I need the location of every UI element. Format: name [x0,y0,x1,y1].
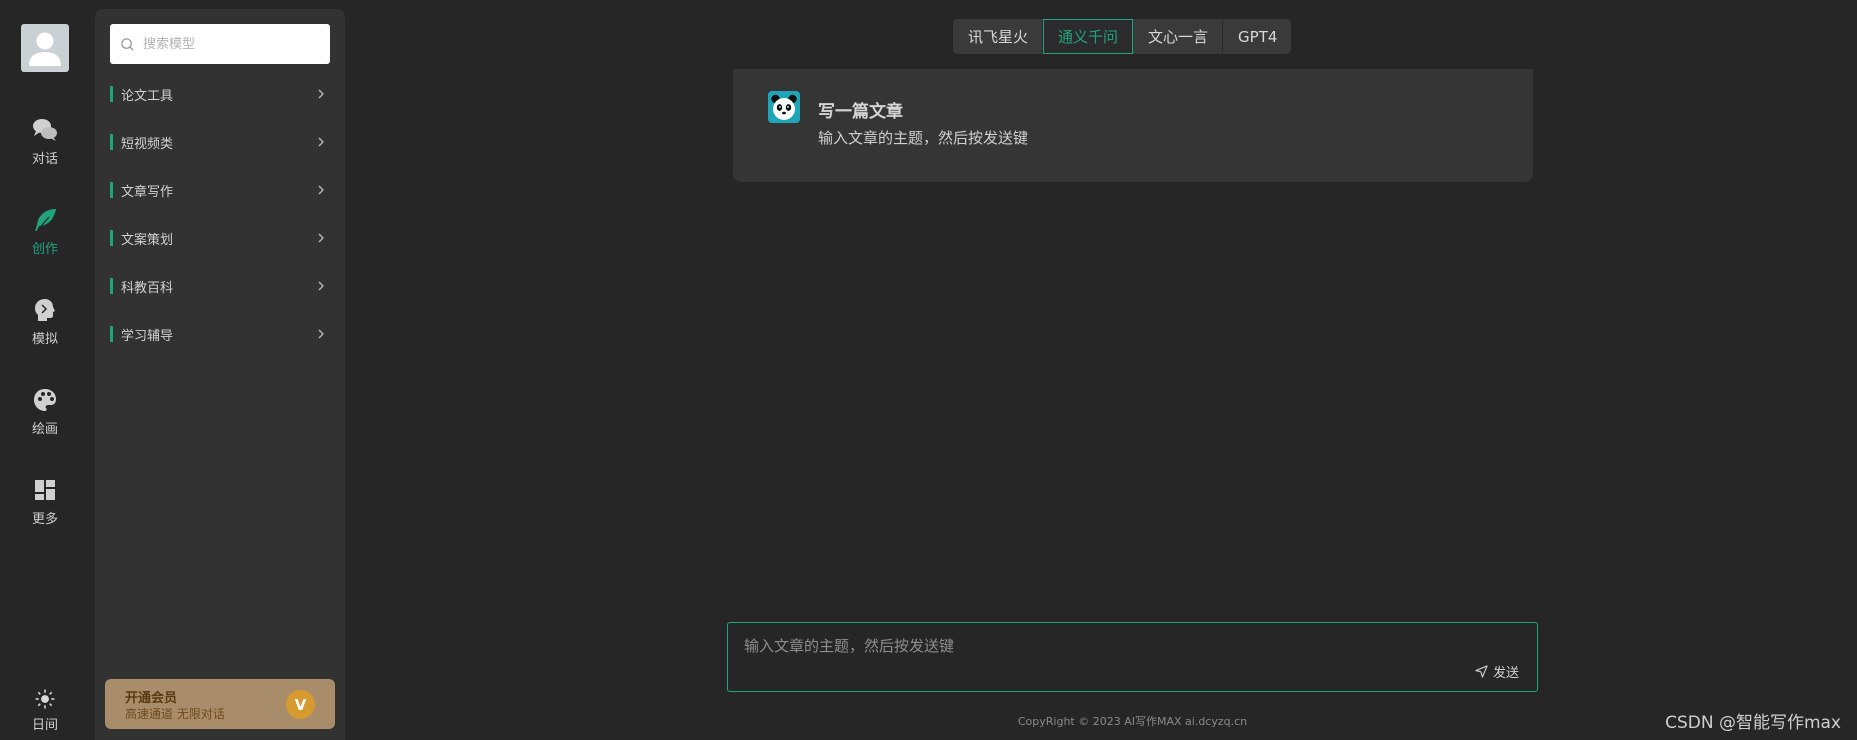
rail-item-chat[interactable]: 对话 [0,116,90,167]
intro-card: 写一篇文章 输入文章的主题，然后按发送键 [733,69,1533,182]
chevron-right-icon [318,329,324,339]
sidebar-item-label: 短视频类 [121,136,174,152]
head-silhouette-icon [35,299,55,321]
user-avatar-icon [29,32,61,66]
category-marker [110,326,113,342]
sidebar-item-label: 文章写作 [121,184,174,200]
grid-icon [35,480,55,500]
chat-bubbles-icon [33,119,57,141]
search-input[interactable] [141,35,321,53]
tab-xunfei-spark[interactable]: 讯飞星火 [953,19,1044,54]
icon-rail: 对话 创作 模拟 绘画 更多 日间 [0,0,90,740]
vip-badge-icon: V [286,690,315,719]
copyright-text: CopyRight © 2023 AI写作MAX ai.dcyzq.cn [1017,715,1248,728]
avatar[interactable] [21,24,69,72]
sidebar-item-label: 学习辅导 [121,328,174,344]
rail-item-label: 模拟 [31,332,58,347]
rail-item-label: 更多 [31,512,58,527]
feather-icon [35,209,56,232]
sidebar-item-label: 论文工具 [121,88,174,104]
intro-title: 写一篇文章 [818,102,903,122]
rail-item-draw[interactable]: 绘画 [0,386,90,437]
rail-item-simulate[interactable]: 模拟 [0,296,90,347]
tab-tongyi-qianwen[interactable]: 通义千问 [1043,19,1134,54]
sidebar-item-short-video[interactable]: 短视频类 [110,127,332,157]
sidebar-item-encyclopedia[interactable]: 科教百科 [110,271,332,301]
category-marker [110,134,113,150]
send-button[interactable]: 发送 [1475,662,1519,681]
tab-gpt4[interactable]: GPT4 [1223,19,1291,54]
sidebar-item-article-writing[interactable]: 文章写作 [110,175,332,205]
sidebar-item-label: 文案策划 [121,232,174,248]
watermark: CSDN @智能写作max [1665,713,1841,733]
chevron-right-icon [318,185,324,195]
category-marker [110,230,113,246]
palette-icon [34,389,56,411]
category-marker [110,86,113,102]
chevron-right-icon [318,281,324,291]
sidebar-item-thesis-tools[interactable]: 论文工具 [110,79,332,109]
vip-subtitle: 高速通道 无限对话 [125,707,225,721]
model-tabs: 讯飞星火 通义千问 文心一言 GPT4 [953,19,1292,54]
vip-membership-button[interactable]: 开通会员 高速通道 无限对话 V [105,679,335,729]
category-marker [110,182,113,198]
rail-item-more[interactable]: 更多 [0,476,90,527]
rail-item-label: 对话 [31,152,58,167]
chevron-right-icon [318,89,324,99]
message-input[interactable] [742,633,1502,663]
send-icon [1475,665,1488,678]
sidebar-item-copywriting[interactable]: 文案策划 [110,223,332,253]
search-icon [121,37,134,51]
intro-description: 输入文章的主题，然后按发送键 [818,129,1029,147]
panda-avatar-icon [768,91,800,123]
vip-title: 开通会员 [125,691,178,706]
rail-item-label: 绘画 [31,422,58,437]
rail-item-label: 日间 [31,718,58,733]
sidebar-item-label: 科教百科 [121,280,174,296]
category-marker [110,278,113,294]
model-search[interactable] [110,24,330,64]
tab-wenxin-yiyan[interactable]: 文心一言 [1133,19,1224,54]
message-composer: 发送 [727,622,1538,692]
rail-item-label: 创作 [31,242,58,257]
category-sidebar: 论文工具 短视频类 文章写作 文案策划 科教百科 学习辅导 开通会员 高速通道 … [95,9,345,740]
theme-toggle-day[interactable]: 日间 [0,688,90,733]
send-label: 发送 [1492,666,1519,681]
chevron-right-icon [318,233,324,243]
rail-item-create[interactable]: 创作 [0,206,90,257]
sidebar-item-tutoring[interactable]: 学习辅导 [110,319,332,349]
sun-icon [35,689,55,709]
chevron-right-icon [318,137,324,147]
